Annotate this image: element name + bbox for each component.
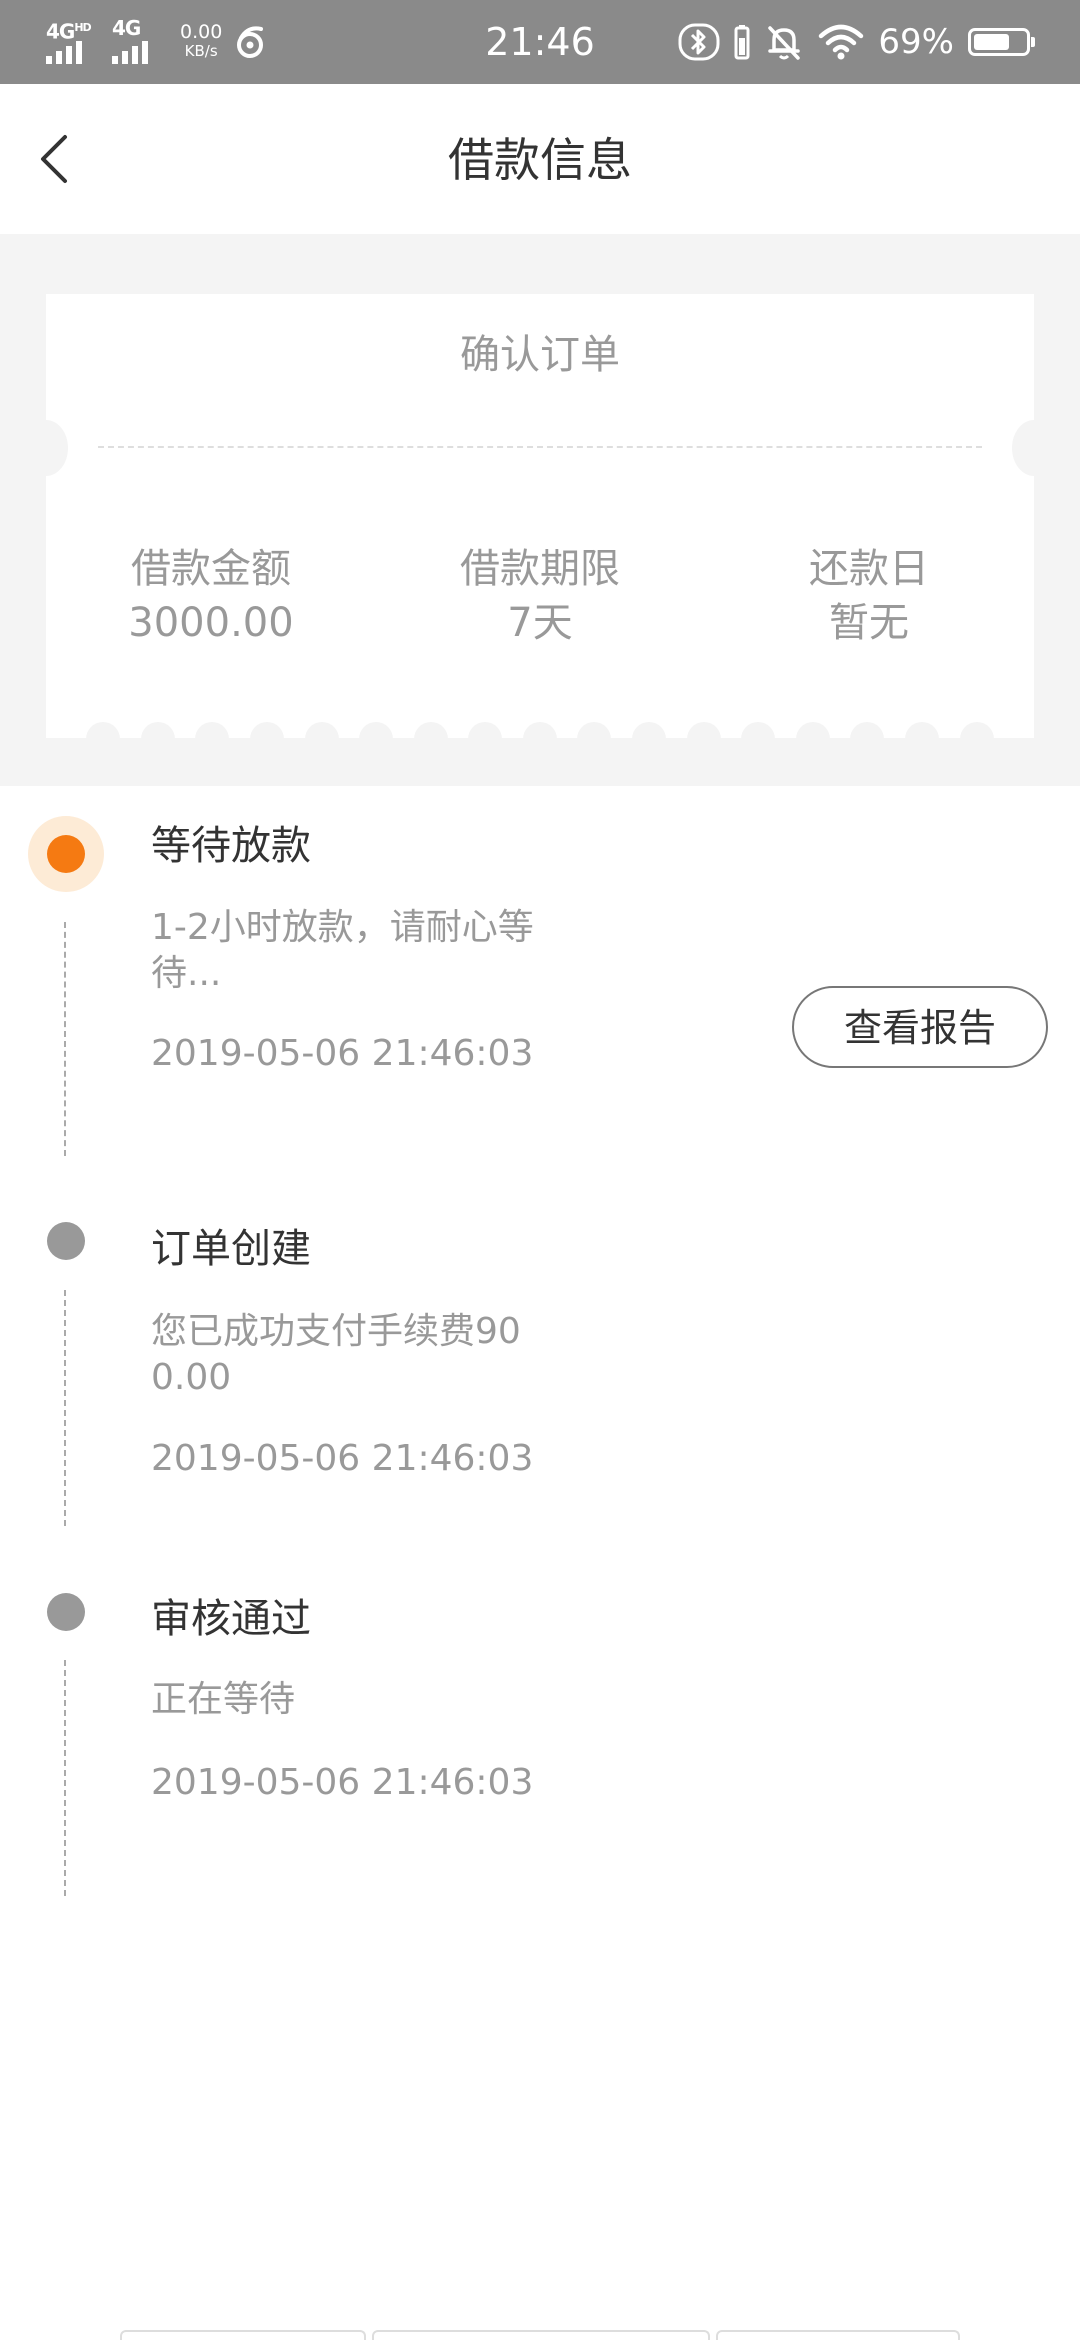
page-header: 借款信息 [0,84,1080,234]
headset-battery-icon [734,25,750,60]
timeline-title-approved: 审核通过 [151,1596,311,1642]
loan-term-label: 借款期限 [460,546,620,592]
battery-icon [968,28,1035,56]
battery-fill [974,34,1009,50]
bottom-tab-edge [716,2330,960,2340]
status-dot-active-icon [28,816,104,892]
status-right: 69% [678,18,1035,66]
ticket-notch-left [24,420,68,476]
loan-amount-value: 3000.00 [128,600,294,646]
timeline-dot-created [28,1203,104,1279]
wifi-icon [819,24,864,60]
repay-date-block: 还款日 暂无 [704,542,1034,650]
timeline-desc-approved: 正在等待 [151,1679,296,1720]
order-ticket-card: 确认订单 借款金额 3000.00 借款期限 7天 还款日 暂无 [24,294,1056,754]
loan-amount-label: 借款金额 [131,546,291,592]
battery-percent: 69% [878,22,954,62]
status-dot-icon [47,1593,85,1631]
timeline-title-created: 订单创建 [151,1226,311,1272]
ticket-notch-right [1012,420,1056,476]
loan-term-block: 借款期限 7天 [375,542,705,650]
ticket-scallop-edge [46,722,1034,754]
status-dot-icon [47,1222,85,1260]
page-title: 借款信息 [448,133,632,187]
repay-date-label: 还款日 [809,546,929,592]
order-summary-area: 确认订单 借款金额 3000.00 借款期限 7天 还款日 暂无 [0,234,1080,786]
status-bar: 4GHD 4G 0.00 KB/s 21:46 69% [0,0,1080,84]
mute-bell-icon [768,26,801,60]
timeline-desc-waiting: 1-2小时放款，请耐心等待... [151,907,534,994]
loan-amount-block: 借款金额 3000.00 [46,542,376,650]
timeline-connector [64,922,66,1156]
bottom-tab-edge [372,2330,710,2340]
timeline-dot-active [28,816,104,892]
view-report-button[interactable]: 查看报告 [792,986,1048,1068]
timeline-title-waiting: 等待放款 [151,823,311,869]
timeline-desc-created: 您已成功支付手续费900.00 [151,1311,521,1398]
repay-date-value: 暂无 [829,600,909,646]
timeline-time-waiting: 2019-05-06 21:46:03 [151,1033,534,1074]
bottom-tab-edge [120,2330,366,2340]
timeline-dot-approved [28,1574,104,1650]
ticket-divider [98,446,982,448]
timeline-time-created: 2019-05-06 21:46:03 [151,1438,534,1479]
timeline-time-approved: 2019-05-06 21:46:03 [151,1762,534,1803]
timeline-connector [64,1660,66,1896]
bluetooth-icon [678,23,720,61]
timeline-connector [64,1290,66,1526]
loan-term-value: 7天 [507,600,573,646]
ticket-title: 确认订单 [460,332,620,378]
